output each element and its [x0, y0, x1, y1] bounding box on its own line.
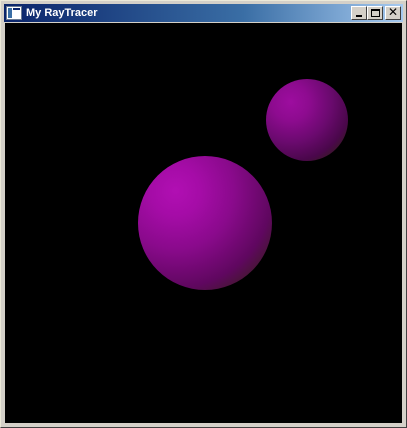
app-window: My RayTracer ✕ [0, 0, 407, 428]
close-icon: ✕ [387, 5, 399, 19]
maximize-button[interactable] [367, 6, 383, 20]
minimize-button[interactable] [351, 6, 367, 20]
title-bar[interactable]: My RayTracer ✕ [4, 4, 403, 22]
large-sphere [138, 156, 272, 290]
window-title: My RayTracer [26, 7, 98, 19]
app-icon[interactable] [6, 6, 22, 20]
render-canvas [5, 23, 402, 423]
close-button[interactable]: ✕ [385, 5, 401, 20]
maximize-icon [371, 9, 380, 17]
small-sphere [266, 79, 348, 161]
minimize-icon [356, 15, 362, 17]
